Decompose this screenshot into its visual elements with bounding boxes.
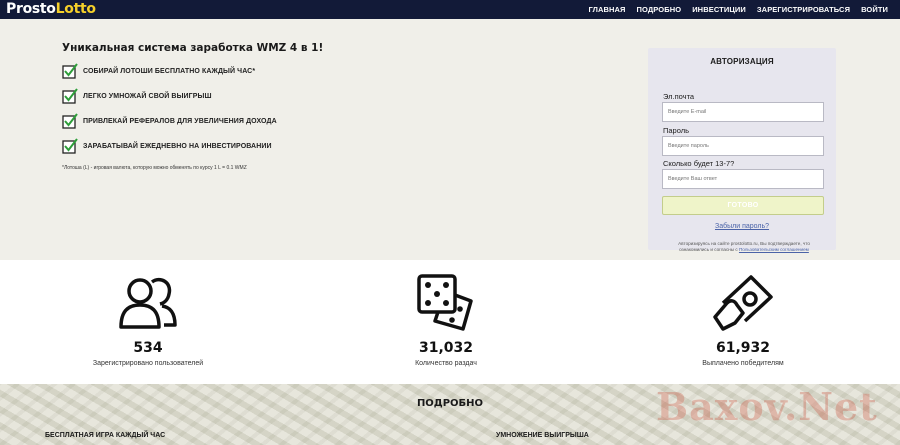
logo-part-prosto: Prosto bbox=[6, 1, 56, 17]
nav-link-home[interactable]: ГЛАВНАЯ bbox=[588, 5, 625, 14]
email-label: Эл.почта bbox=[663, 92, 695, 101]
feature-list: СОБИРАЙ ЛОТОШИ БЕСПЛАТНО КАЖДЫЙ ЧАС* ЛЕГ… bbox=[62, 63, 277, 163]
checkbox-check-icon bbox=[62, 113, 78, 129]
stat-payouts: 61,932 Выплачено победителям bbox=[643, 260, 843, 384]
details-heading-free-game: БЕСПЛАТНАЯ ИГРА КАЖДЫЙ ЧАС bbox=[45, 432, 166, 439]
email-input[interactable] bbox=[662, 102, 824, 122]
user-agreement-link[interactable]: Пользовательским соглашением bbox=[739, 247, 809, 252]
stat-label: Зарегистрировано пользователей bbox=[92, 360, 204, 367]
checkbox-check-icon bbox=[62, 88, 78, 104]
stat-users: 534 Зарегистрировано пользователей bbox=[48, 260, 248, 384]
nav-link-register[interactable]: ЗАРЕГИСТРИРОВАТЬСЯ bbox=[757, 5, 850, 14]
dice-icon bbox=[417, 274, 473, 331]
stat-label: Количество раздач bbox=[415, 360, 477, 367]
feature-text: ЗАРАБАТЫВАЙ ЕЖЕДНЕВНО НА ИНВЕСТИРОВАНИИ bbox=[83, 142, 272, 150]
watermark: Baxov.Net bbox=[656, 384, 878, 429]
top-navbar: ProstoLotto ГЛАВНАЯ ПОДРОБНО ИНВЕСТИЦИИ … bbox=[0, 0, 900, 19]
checkbox-check-icon bbox=[62, 138, 78, 154]
captcha-input[interactable] bbox=[662, 169, 824, 189]
submit-button[interactable]: ГОТОВО bbox=[662, 196, 824, 215]
feature-item: ЛЕГКО УМНОЖАЙ СВОЙ ВЫИГРЫШ bbox=[62, 88, 277, 104]
money-hand-icon bbox=[713, 275, 773, 331]
nav-link-details[interactable]: ПОДРОБНО bbox=[637, 5, 682, 14]
nav-link-login[interactable]: ВОЙТИ bbox=[861, 5, 888, 14]
password-label: Пароль bbox=[663, 126, 690, 135]
stats-section: 534 Зарегистрировано пользователей 31,03… bbox=[0, 260, 900, 384]
login-card: АВТОРИЗАЦИЯ Эл.почта Пароль Сколько буде… bbox=[648, 48, 836, 253]
feature-item: ПРИВЛЕКАЙ РЕФЕРАЛОВ ДЛЯ УВЕЛИЧЕНИЯ ДОХОД… bbox=[62, 113, 277, 129]
hero-section: Уникальная система заработка WMZ 4 в 1! … bbox=[0, 19, 900, 260]
site-logo[interactable]: ProstoLotto bbox=[6, 1, 96, 17]
details-section: ПОДРОБНО БЕСПЛАТНАЯ ИГРА КАЖДЫЙ ЧАС УМНО… bbox=[0, 384, 900, 445]
feature-text: ЛЕГКО УМНОЖАЙ СВОЙ ВЫИГРЫШ bbox=[83, 92, 212, 100]
feature-text: СОБИРАЙ ЛОТОШИ БЕСПЛАТНО КАЖДЫЙ ЧАС* bbox=[83, 67, 256, 75]
password-input[interactable] bbox=[662, 136, 824, 156]
currency-footnote: *Лотоша (L) - игровая валюта, которую мо… bbox=[62, 165, 247, 171]
checkbox-check-icon bbox=[62, 63, 78, 79]
captcha-label: Сколько будет 13-7? bbox=[663, 159, 735, 168]
feature-item: СОБИРАЙ ЛОТОШИ БЕСПЛАТНО КАЖДЫЙ ЧАС* bbox=[62, 63, 277, 79]
login-title: АВТОРИЗАЦИЯ bbox=[710, 57, 774, 66]
stat-draws: 31,032 Количество раздач bbox=[346, 260, 546, 384]
nav-link-investments[interactable]: ИНВЕСТИЦИИ bbox=[692, 5, 746, 14]
stat-value: 31,032 bbox=[418, 340, 474, 356]
legal-notice: Авторизируясь на сайте prostolotto.ru, В… bbox=[678, 241, 810, 253]
details-heading-multiply: УМНОЖЕНИЕ ВЫИГРЫША bbox=[496, 432, 589, 439]
main-menu: ГЛАВНАЯ ПОДРОБНО ИНВЕСТИЦИИ ЗАРЕГИСТРИРО… bbox=[577, 0, 888, 19]
logo-part-lotto: Lotto bbox=[55, 1, 96, 17]
forgot-password-link[interactable]: Забыли пароль? bbox=[648, 223, 836, 230]
hero-title: Уникальная система заработка WMZ 4 в 1! bbox=[62, 42, 324, 54]
stat-value: 61,932 bbox=[715, 340, 771, 356]
feature-item: ЗАРАБАТЫВАЙ ЕЖЕДНЕВНО НА ИНВЕСТИРОВАНИИ bbox=[62, 138, 277, 154]
stat-label: Выплачено победителям bbox=[702, 360, 784, 367]
feature-text: ПРИВЛЕКАЙ РЕФЕРАЛОВ ДЛЯ УВЕЛИЧЕНИЯ ДОХОД… bbox=[83, 117, 277, 125]
users-icon bbox=[119, 277, 177, 329]
stat-value: 534 bbox=[133, 340, 163, 356]
